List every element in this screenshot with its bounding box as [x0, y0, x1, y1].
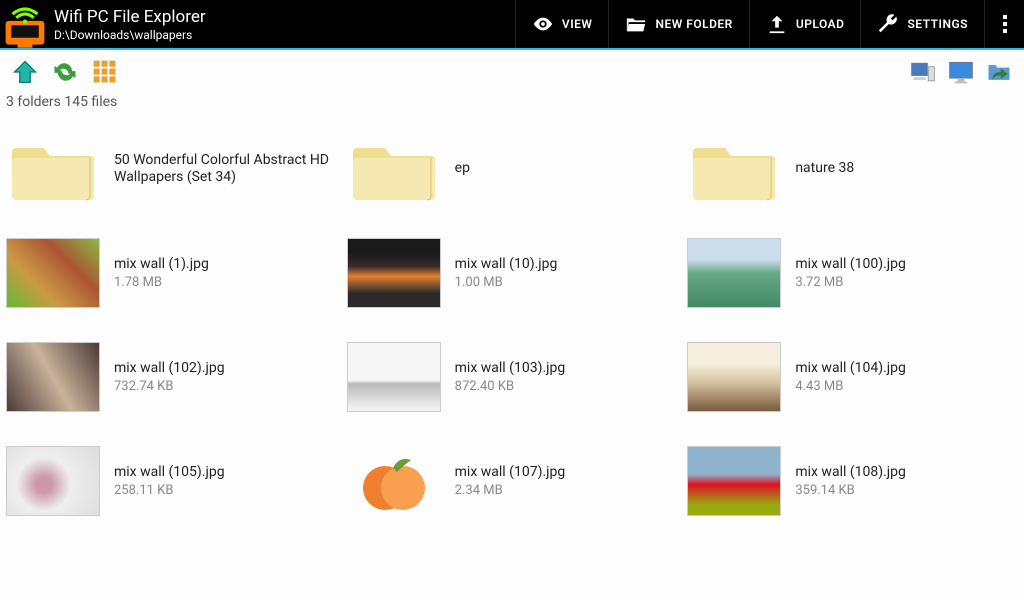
device-pc-button[interactable]: [908, 57, 938, 87]
device-monitor-button[interactable]: [946, 57, 976, 87]
item-text: mix wall (105).jpg258.11 KB: [114, 464, 225, 499]
file-thumbnail: [347, 446, 441, 516]
app-icon: [0, 0, 50, 49]
folder-icon: [6, 134, 100, 204]
header-actions: VIEW NEW FOLDER UPLOAD SETTINGS: [515, 0, 1024, 48]
arrow-up-icon: [11, 58, 39, 86]
app-header: Wifi PC File Explorer D:\Downloads\wallp…: [0, 0, 1024, 50]
item-title: mix wall (103).jpg: [455, 360, 566, 378]
file-item[interactable]: mix wall (103).jpg872.40 KB: [347, 334, 678, 420]
settings-label: SETTINGS: [907, 17, 968, 31]
item-text: mix wall (100).jpg3.72 MB: [795, 256, 906, 291]
app-title: Wifi PC File Explorer: [54, 7, 206, 27]
item-text: mix wall (10).jpg1.00 MB: [455, 256, 558, 291]
item-size: 3.72 MB: [795, 275, 906, 290]
item-text: mix wall (107).jpg2.34 MB: [455, 464, 566, 499]
file-item[interactable]: mix wall (102).jpg732.74 KB: [6, 334, 337, 420]
new-folder-label: NEW FOLDER: [655, 17, 732, 31]
file-thumbnail: [347, 238, 441, 308]
item-text: mix wall (1).jpg1.78 MB: [114, 256, 209, 291]
grid-icon: [91, 58, 119, 86]
item-text: mix wall (104).jpg4.43 MB: [795, 360, 906, 395]
folder-icon: [347, 134, 441, 204]
item-size: 1.78 MB: [114, 275, 209, 290]
item-size: 4.43 MB: [795, 379, 906, 394]
item-text: mix wall (103).jpg872.40 KB: [455, 360, 566, 395]
folder-item[interactable]: ep: [347, 126, 678, 212]
device-share-button[interactable]: [984, 57, 1014, 87]
new-folder-button[interactable]: NEW FOLDER: [608, 0, 748, 48]
file-item[interactable]: mix wall (107).jpg2.34 MB: [347, 438, 678, 524]
upload-label: UPLOAD: [796, 17, 845, 31]
file-thumbnail: [687, 446, 781, 516]
eye-icon: [532, 13, 554, 35]
item-title: mix wall (105).jpg: [114, 464, 225, 482]
file-item[interactable]: mix wall (10).jpg1.00 MB: [347, 230, 678, 316]
item-size: 2.34 MB: [455, 483, 566, 498]
folder-item[interactable]: nature 38: [687, 126, 1018, 212]
monitor-icon: [947, 58, 975, 86]
item-size: 1.00 MB: [455, 275, 558, 290]
item-text: mix wall (108).jpg359.14 KB: [795, 464, 906, 499]
file-item[interactable]: mix wall (100).jpg3.72 MB: [687, 230, 1018, 316]
item-title: 50 Wonderful Colorful Abstract HD Wallpa…: [114, 152, 337, 187]
folder-open-icon: [625, 13, 647, 35]
item-text: mix wall (102).jpg732.74 KB: [114, 360, 225, 395]
refresh-button[interactable]: [50, 57, 80, 87]
item-text: nature 38: [795, 160, 854, 178]
nav-up-button[interactable]: [10, 57, 40, 87]
refresh-icon: [51, 58, 79, 86]
view-label: VIEW: [562, 17, 593, 31]
file-thumbnail: [347, 342, 441, 412]
item-size: 258.11 KB: [114, 483, 225, 498]
upload-icon: [766, 13, 788, 35]
file-item[interactable]: mix wall (108).jpg359.14 KB: [687, 438, 1018, 524]
item-title: mix wall (107).jpg: [455, 464, 566, 482]
item-size: 732.74 KB: [114, 379, 225, 394]
folder-icon: [687, 134, 781, 204]
item-title: mix wall (108).jpg: [795, 464, 906, 482]
item-title: nature 38: [795, 160, 854, 178]
wrench-icon: [877, 13, 899, 35]
settings-button[interactable]: SETTINGS: [860, 0, 984, 48]
file-thumbnail: [6, 446, 100, 516]
upload-button[interactable]: UPLOAD: [749, 0, 861, 48]
folder-item[interactable]: 50 Wonderful Colorful Abstract HD Wallpa…: [6, 126, 337, 212]
item-title: mix wall (1).jpg: [114, 256, 209, 274]
folder-share-icon: [985, 58, 1013, 86]
toolbar: [0, 50, 1024, 94]
item-text: ep: [455, 160, 470, 178]
grid-view-button[interactable]: [90, 57, 120, 87]
overflow-menu-button[interactable]: [984, 0, 1024, 48]
item-title: mix wall (102).jpg: [114, 360, 225, 378]
item-title: mix wall (104).jpg: [795, 360, 906, 378]
file-thumbnail: [687, 342, 781, 412]
status-text: 3 folders 145 files: [0, 94, 1024, 116]
current-path: D:\Downloads\wallpapers: [54, 28, 206, 42]
file-thumbnail: [687, 238, 781, 308]
view-button[interactable]: VIEW: [515, 0, 609, 48]
computer-icon: [909, 58, 937, 86]
item-title: mix wall (100).jpg: [795, 256, 906, 274]
file-item[interactable]: mix wall (1).jpg1.78 MB: [6, 230, 337, 316]
file-thumbnail: [6, 342, 100, 412]
app-title-block: Wifi PC File Explorer D:\Downloads\wallp…: [54, 7, 206, 42]
item-text: 50 Wonderful Colorful Abstract HD Wallpa…: [114, 152, 337, 187]
file-item[interactable]: mix wall (104).jpg4.43 MB: [687, 334, 1018, 420]
item-title: mix wall (10).jpg: [455, 256, 558, 274]
file-thumbnail: [6, 238, 100, 308]
file-item[interactable]: mix wall (105).jpg258.11 KB: [6, 438, 337, 524]
file-grid: 50 Wonderful Colorful Abstract HD Wallpa…: [0, 116, 1024, 534]
item-size: 872.40 KB: [455, 379, 566, 394]
item-size: 359.14 KB: [795, 483, 906, 498]
item-title: ep: [455, 160, 470, 178]
